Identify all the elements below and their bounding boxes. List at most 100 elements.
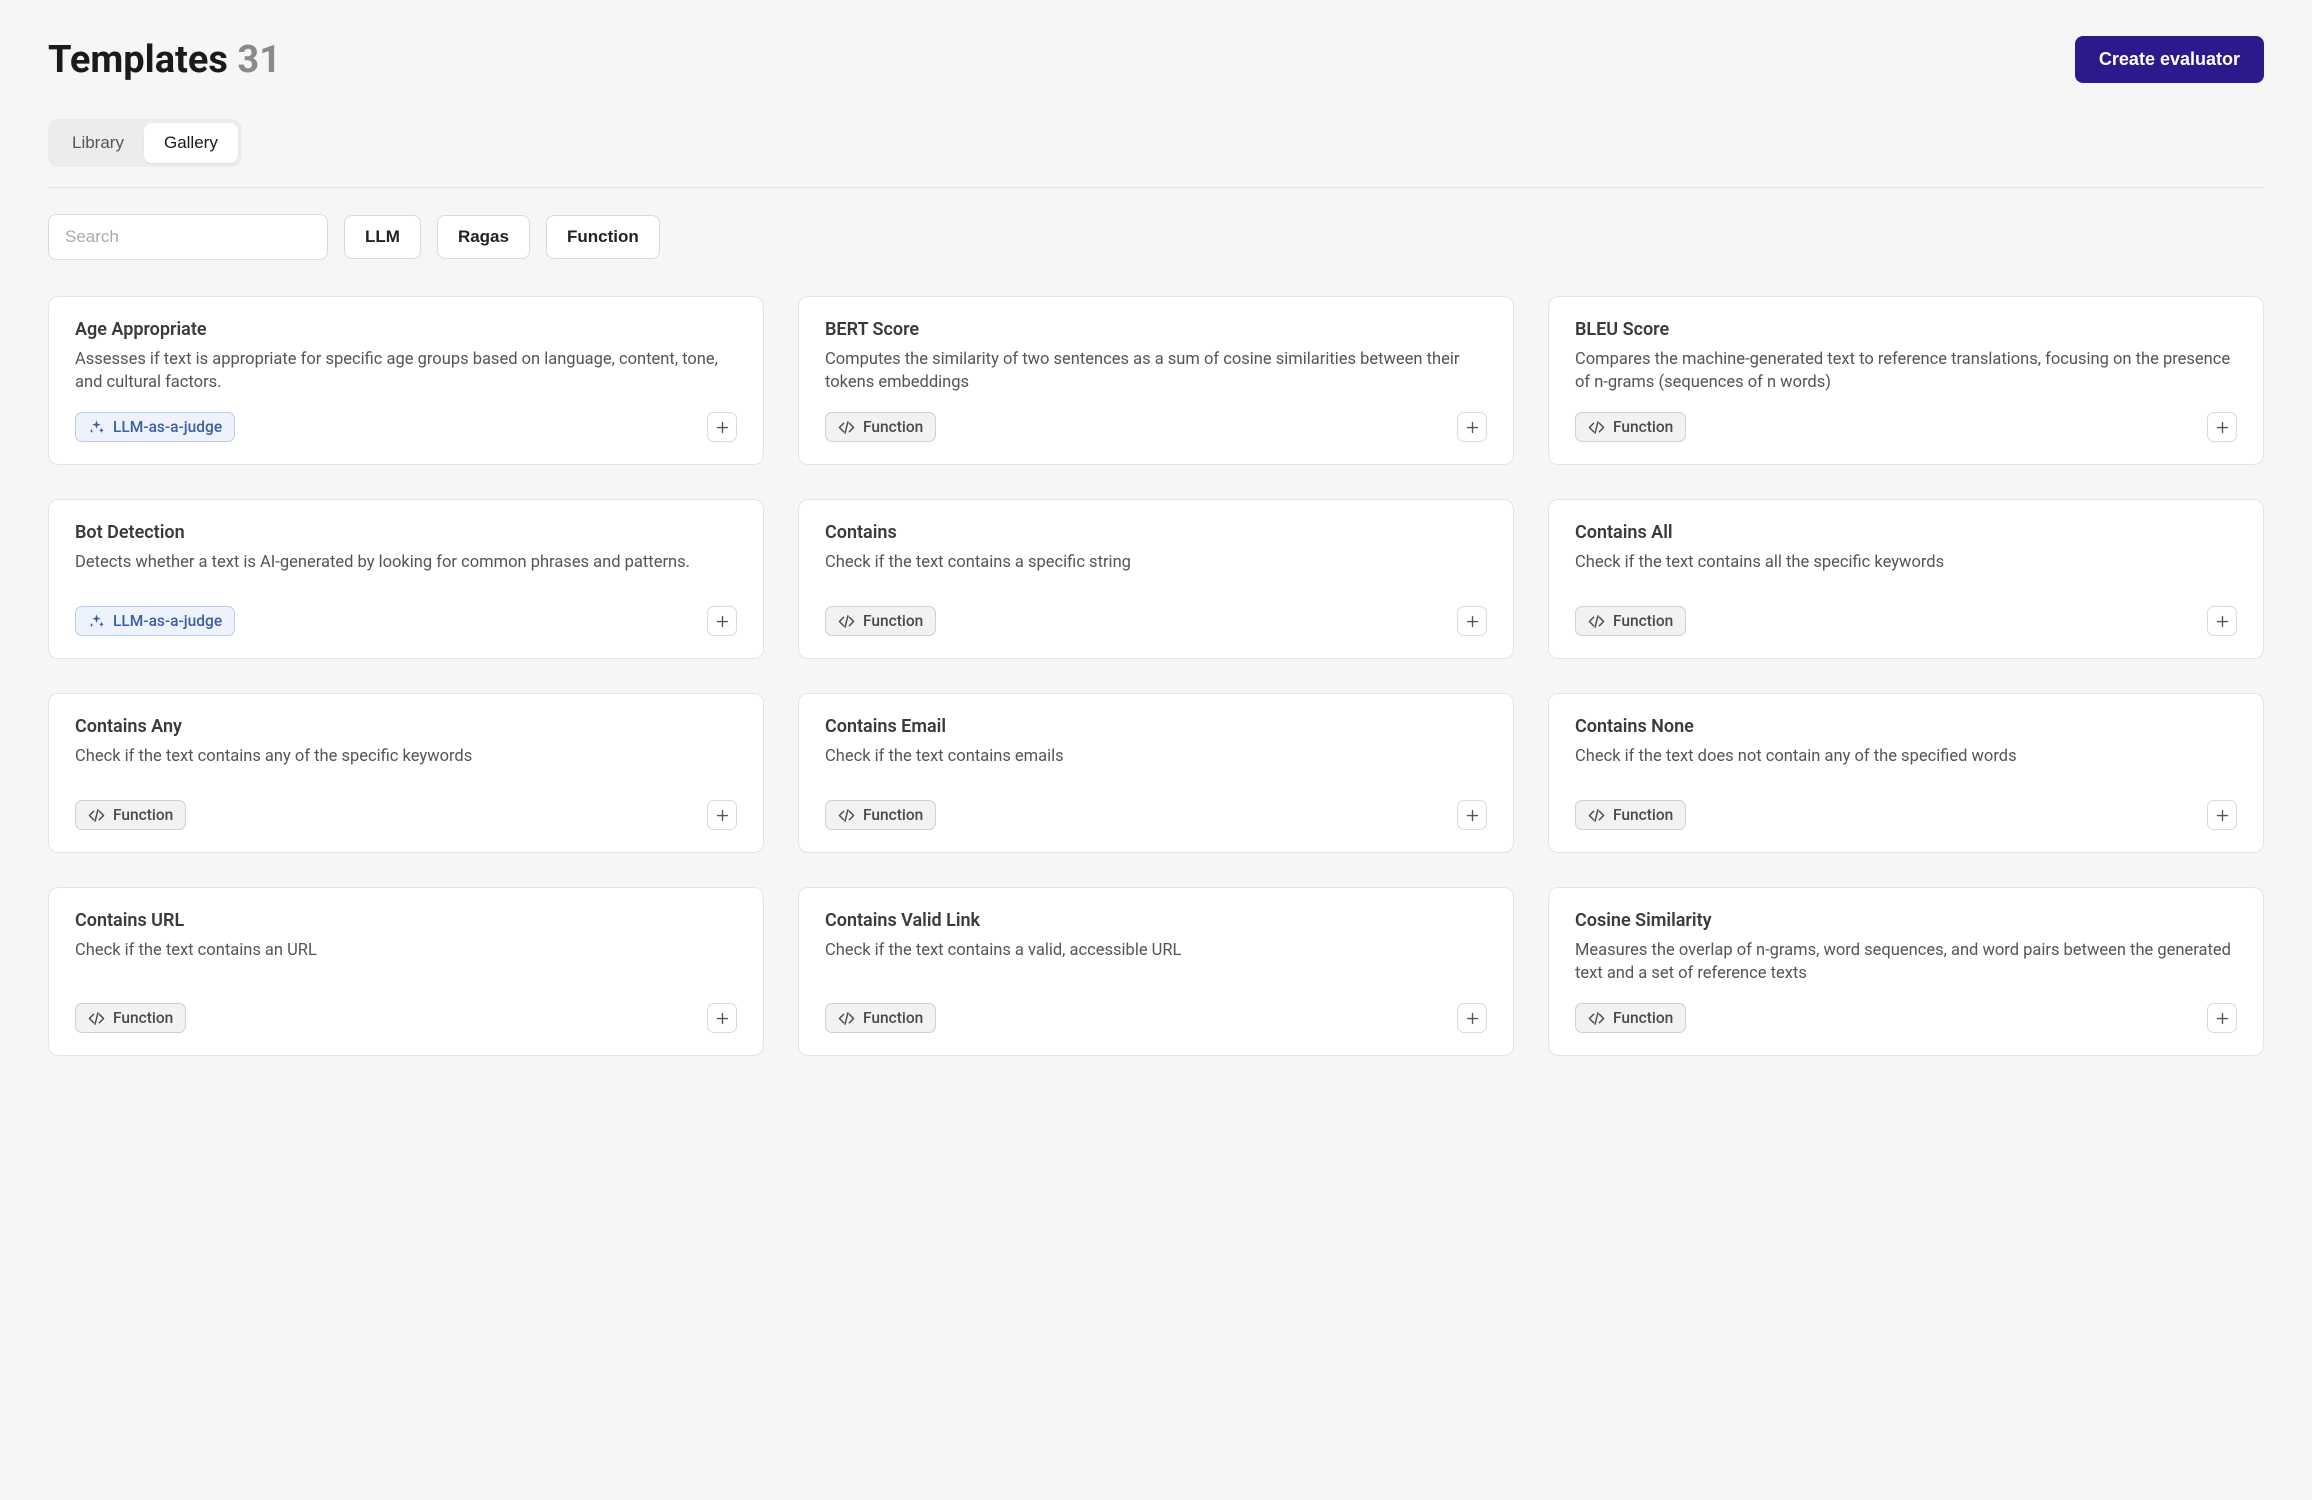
card-footer: Function (825, 800, 1487, 830)
badge-function: Function (1575, 606, 1686, 636)
card-footer: Function (825, 412, 1487, 442)
template-card[interactable]: Contains Any Check if the text contains … (48, 693, 764, 853)
card-description: Compares the machine-generated text to r… (1575, 348, 2237, 394)
add-button[interactable] (707, 1003, 737, 1033)
badge-function: Function (75, 1003, 186, 1033)
badge-label: Function (1613, 418, 1673, 436)
badge-label: Function (863, 806, 923, 824)
badge-label: Function (1613, 1009, 1673, 1027)
badge-label: Function (1613, 806, 1673, 824)
card-footer: LLM-as-a-judge (75, 412, 737, 442)
card-title: Contains Email (825, 716, 1487, 737)
template-card[interactable]: Contains URL Check if the text contains … (48, 887, 764, 1056)
card-description: Detects whether a text is AI-generated b… (75, 551, 737, 588)
code-icon (838, 1010, 855, 1027)
template-card[interactable]: Contains None Check if the text does not… (1548, 693, 2264, 853)
add-button[interactable] (707, 606, 737, 636)
add-button[interactable] (2207, 1003, 2237, 1033)
template-card[interactable]: BLEU Score Compares the machine-generate… (1548, 296, 2264, 465)
code-icon (1588, 1010, 1605, 1027)
filter-chip-ragas[interactable]: Ragas (437, 215, 530, 259)
page-title-count: 31 (237, 38, 281, 82)
card-title: Contains (825, 522, 1487, 543)
sparkle-icon (88, 419, 105, 436)
card-title: Bot Detection (75, 522, 737, 543)
badge-function: Function (825, 412, 936, 442)
badge-label: Function (113, 806, 173, 824)
plus-icon (1465, 1011, 1480, 1026)
card-description: Computes the similarity of two sentences… (825, 348, 1487, 394)
code-icon (88, 807, 105, 824)
card-footer: Function (825, 606, 1487, 636)
badge-label: LLM-as-a-judge (113, 418, 222, 436)
badge-llm-as-a-judge: LLM-as-a-judge (75, 606, 235, 636)
card-description: Check if the text does not contain any o… (1575, 745, 2237, 782)
badge-function: Function (1575, 1003, 1686, 1033)
add-button[interactable] (2207, 800, 2237, 830)
filter-chip-function[interactable]: Function (546, 215, 660, 259)
badge-function: Function (825, 606, 936, 636)
badge-label: Function (863, 418, 923, 436)
add-button[interactable] (707, 412, 737, 442)
badge-function: Function (825, 800, 936, 830)
plus-icon (2215, 808, 2230, 823)
card-footer: Function (1575, 800, 2237, 830)
plus-icon (2215, 614, 2230, 629)
template-card[interactable]: Contains Email Check if the text contain… (798, 693, 1514, 853)
template-grid: Age Appropriate Assesses if text is appr… (48, 296, 2264, 1056)
code-icon (1588, 807, 1605, 824)
template-card[interactable]: BERT Score Computes the similarity of tw… (798, 296, 1514, 465)
sparkle-icon (88, 613, 105, 630)
template-card[interactable]: Contains All Check if the text contains … (1548, 499, 2264, 659)
add-button[interactable] (2207, 412, 2237, 442)
code-icon (1588, 613, 1605, 630)
plus-icon (715, 420, 730, 435)
tab-library[interactable]: Library (52, 123, 144, 163)
plus-icon (2215, 420, 2230, 435)
badge-label: Function (113, 1009, 173, 1027)
code-icon (838, 419, 855, 436)
badge-label: Function (863, 612, 923, 630)
add-button[interactable] (707, 800, 737, 830)
card-title: BERT Score (825, 319, 1487, 340)
divider (48, 187, 2264, 188)
card-title: Contains Any (75, 716, 737, 737)
code-icon (838, 613, 855, 630)
card-title: Contains Valid Link (825, 910, 1487, 931)
add-button[interactable] (1457, 1003, 1487, 1033)
tabs: Library Gallery (48, 119, 242, 167)
filter-chip-llm[interactable]: LLM (344, 215, 421, 259)
badge-function: Function (1575, 412, 1686, 442)
card-title: Contains URL (75, 910, 737, 931)
template-card[interactable]: Contains Valid Link Check if the text co… (798, 887, 1514, 1056)
template-card[interactable]: Age Appropriate Assesses if text is appr… (48, 296, 764, 465)
page-header: Templates 31 Create evaluator (48, 36, 2264, 83)
add-button[interactable] (1457, 606, 1487, 636)
create-evaluator-button[interactable]: Create evaluator (2075, 36, 2264, 83)
add-button[interactable] (1457, 800, 1487, 830)
card-title: Contains None (1575, 716, 2237, 737)
add-button[interactable] (2207, 606, 2237, 636)
code-icon (1588, 419, 1605, 436)
badge-label: Function (863, 1009, 923, 1027)
card-footer: Function (1575, 1003, 2237, 1033)
card-description: Check if the text contains any of the sp… (75, 745, 737, 782)
plus-icon (715, 1011, 730, 1026)
template-card[interactable]: Contains Check if the text contains a sp… (798, 499, 1514, 659)
card-description: Assesses if text is appropriate for spec… (75, 348, 737, 394)
card-description: Check if the text contains an URL (75, 939, 737, 985)
card-description: Check if the text contains a valid, acce… (825, 939, 1487, 985)
badge-function: Function (1575, 800, 1686, 830)
badge-function: Function (825, 1003, 936, 1033)
card-footer: Function (1575, 412, 2237, 442)
tab-gallery[interactable]: Gallery (144, 123, 238, 163)
card-footer: Function (75, 1003, 737, 1033)
add-button[interactable] (1457, 412, 1487, 442)
search-input[interactable] (48, 214, 328, 260)
template-card[interactable]: Bot Detection Detects whether a text is … (48, 499, 764, 659)
card-footer: Function (75, 800, 737, 830)
controls-row: LLM Ragas Function (48, 214, 2264, 260)
template-card[interactable]: Cosine Similarity Measures the overlap o… (1548, 887, 2264, 1056)
plus-icon (1465, 420, 1480, 435)
plus-icon (715, 808, 730, 823)
